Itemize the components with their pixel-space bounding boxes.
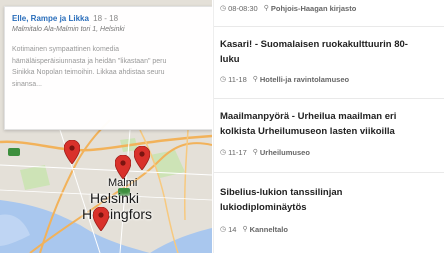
list-item[interactable]: ◷ 08-08:30 ⚲ Pohjois-Haagan kirjasto (220, 4, 356, 14)
divider (214, 26, 444, 27)
event-meta: ◷ 11-18 ⚲ Hotelli-ja ravintolamuseo (220, 75, 442, 85)
map-marker-icon: ⚲ (252, 76, 258, 83)
event-place: Kanneltalo (249, 225, 288, 234)
clock-icon: ◷ (220, 76, 227, 83)
map[interactable]: Malmi Helsinki Helsingfors Elle, Rampe j… (0, 0, 212, 253)
popup-description-line: sinansa... (12, 80, 42, 88)
map-marker-icon: ⚲ (252, 149, 258, 156)
event-title-line: Maailmanpyörä - Urheilua maailman eri (220, 111, 397, 122)
popup-event-title[interactable]: Elle, Rampe ja Likka (12, 14, 89, 23)
event-meta: ◷ 14 ⚲ Kanneltalo (220, 225, 442, 235)
map-marker-icon[interactable] (134, 146, 150, 170)
map-info-popup: Elle, Rampe ja Likka 18 - 18 Malmitalo A… (4, 6, 212, 130)
event-time: 08-08:30 (228, 4, 258, 13)
event-time: 14 (228, 225, 237, 234)
map-marker-icon[interactable] (93, 207, 109, 231)
map-label-helsinki: Helsinki (90, 190, 140, 206)
event-title-line: lukiodiplominäytös (220, 202, 307, 213)
event-title[interactable]: Maailmanpyörä - Urheilua maailman eri ko… (220, 109, 442, 139)
event-place: Pohjois-Haagan kirjasto (270, 4, 357, 13)
list-item[interactable]: Sibelius-lukion tanssilinjan lukiodiplom… (220, 185, 442, 235)
event-title-line: Kasari! - Suomalaisen ruokakulttuurin 80… (220, 39, 408, 50)
map-marker-icon[interactable] (64, 140, 80, 164)
map-marker-icon: ⚲ (242, 226, 248, 233)
popup-description-line: Kotimainen sympaattinen komedia (12, 46, 120, 53)
popup-event-address: Malmitalo Ala-Malmin tori 1, Helsinki (12, 26, 125, 33)
popup-event-date: 18 - 18 (93, 14, 119, 23)
event-title-line: Sibelius-lukion tanssilinjan (220, 187, 343, 198)
clock-icon: ◷ (220, 5, 227, 12)
popup-event-description: Kotimainen sympaattinen komedia hämäläis… (12, 44, 205, 90)
event-time: 11-18 (228, 75, 247, 84)
event-meta: ◷ 11-17 ⚲ Urheilumuseo (220, 148, 442, 158)
divider (214, 98, 444, 99)
clock-icon: ◷ (220, 226, 227, 233)
list-item[interactable]: Kasari! - Suomalaisen ruokakulttuurin 80… (220, 37, 442, 85)
event-title[interactable]: Sibelius-lukion tanssilinjan lukiodiplom… (220, 185, 442, 215)
event-list[interactable]: ◷ 08-08:30 ⚲ Pohjois-Haagan kirjasto Kas… (213, 0, 444, 253)
event-meta: ◷ 08-08:30 ⚲ Pohjois-Haagan kirjasto (220, 4, 356, 14)
map-marker-icon: ⚲ (263, 5, 269, 12)
map-marker-icon[interactable] (115, 155, 131, 179)
event-title[interactable]: Kasari! - Suomalaisen ruokakulttuurin 80… (220, 37, 442, 67)
divider (214, 172, 444, 173)
event-title-line: kolkista Urheilumuseon lasten viikoilla (220, 126, 395, 137)
popup-description-line: hämäläisperäisiunnasta ja heidän "likast… (12, 57, 167, 65)
list-item[interactable]: Maailmanpyörä - Urheilua maailman eri ko… (220, 109, 442, 158)
event-place: Hotelli-ja ravintolamuseo (259, 75, 350, 84)
popup-description-line: Sinikka Nopolan teimoihin. Likkaa ahdist… (12, 69, 165, 76)
clock-icon: ◷ (220, 149, 227, 156)
popup-header: Elle, Rampe ja Likka 18 - 18 (12, 13, 205, 24)
event-place: Urheilumuseo (259, 148, 310, 157)
event-title-line: luku (220, 54, 240, 65)
event-time: 11-17 (228, 148, 247, 157)
